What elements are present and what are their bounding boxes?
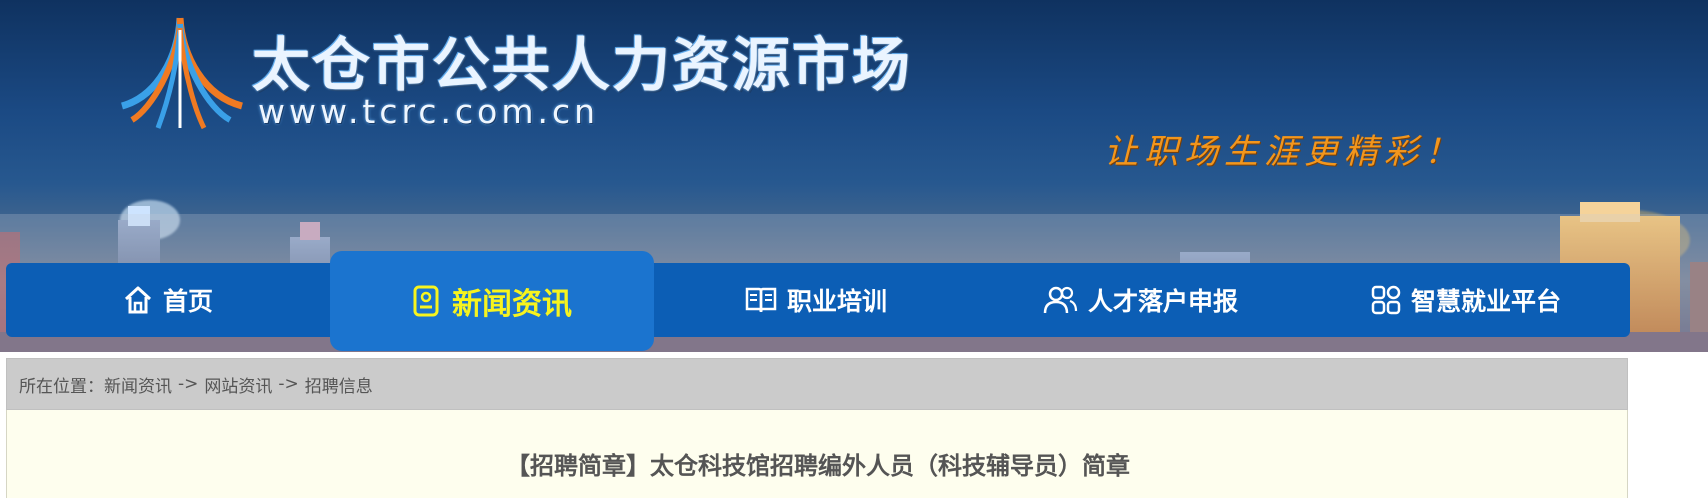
breadcrumb-separator: -> — [278, 374, 299, 394]
nav-item-label: 首页 — [162, 287, 213, 316]
nav-item-home[interactable]: 首页 — [6, 263, 330, 337]
users-icon — [1042, 285, 1078, 315]
logo-icon — [120, 17, 244, 130]
nav-item-smart-employment[interactable]: 智慧就业平台 — [1302, 263, 1630, 337]
nav-item-label: 人才落户申报 — [1087, 287, 1238, 316]
nav-item-training[interactable]: 职业培训 — [654, 263, 978, 337]
nav-item-label: 新闻资讯 — [452, 287, 572, 322]
nav-item-settlement[interactable]: 人才落户申报 — [978, 263, 1302, 337]
breadcrumb-link-site-news[interactable]: 网站资讯 — [204, 372, 272, 397]
nav-item-label: 智慧就业平台 — [1410, 287, 1561, 316]
site-url: www.tcrc.com.cn — [258, 92, 600, 131]
grid-icon — [1371, 285, 1401, 315]
article-content: 【招聘简章】太仓科技馆招聘编外人员（科技辅导员）简章 — [6, 410, 1628, 498]
news-icon — [412, 285, 442, 317]
article-title: 【招聘简章】太仓科技馆招聘编外人员（科技辅导员）简章 — [506, 452, 1130, 480]
slogan: 让职场生涯更精彩！ — [1104, 132, 1464, 172]
nav-item-label: 职业培训 — [786, 287, 887, 316]
breadcrumb-link-recruitment[interactable]: 招聘信息 — [305, 372, 373, 397]
site-title: 太仓市公共人力资源市场 — [252, 31, 913, 99]
breadcrumb-separator: -> — [178, 374, 199, 394]
breadcrumb-link-news[interactable]: 新闻资讯 — [104, 372, 172, 397]
nav-item-news[interactable]: 新闻资讯 — [330, 251, 654, 351]
breadcrumb-prefix: 所在位置： — [19, 376, 104, 397]
breadcrumb: 所在位置： 新闻资讯 -> 网站资讯 -> 招聘信息 — [6, 358, 1628, 410]
book-icon — [745, 285, 777, 315]
home-icon — [123, 285, 153, 315]
main-nav: 首页 新闻资讯 职业培训 人才落户申报 智慧就业平台 — [6, 251, 1630, 351]
